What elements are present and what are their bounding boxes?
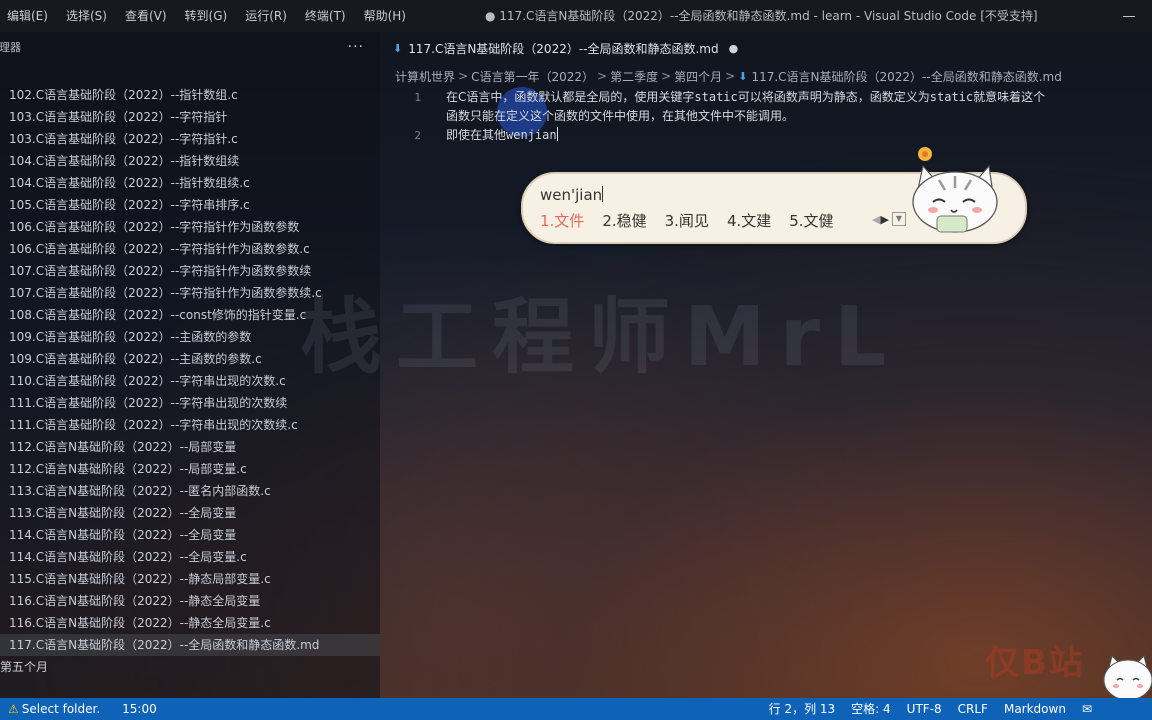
- status-left: ⚠ Select folder. 15:00: [0, 698, 165, 720]
- folder-item[interactable]: 第五个月: [0, 656, 48, 678]
- file-item[interactable]: 104.C语言基础阶段（2022）--指针数组续: [0, 150, 380, 172]
- file-item[interactable]: 113.C语言N基础阶段（2022）--全局变量: [0, 502, 380, 524]
- file-item[interactable]: 117.C语言N基础阶段（2022）--全局函数和静态函数.md: [0, 634, 380, 656]
- text-segment: 在C语言中，函数默认都是全局的，使用关键字: [446, 90, 695, 104]
- line-number: 1: [414, 91, 421, 104]
- file-item[interactable]: 104.C语言基础阶段（2022）--指针数组续.c: [0, 172, 380, 194]
- line-text: 在C语言中，函数默认都是全局的，使用关键字static可以将函数声明为静态，函数…: [446, 88, 1045, 107]
- file-item[interactable]: 114.C语言N基础阶段（2022）--全局变量: [0, 524, 380, 546]
- status-cursor-position[interactable]: 行 2，列 13: [761, 698, 844, 720]
- status-bar: ⚠ Select folder. 15:00 行 2，列 13 空格: 4 UTF…: [0, 698, 1152, 720]
- chevron-right-icon: >: [725, 69, 736, 83]
- status-time[interactable]: 15:00: [114, 698, 165, 720]
- cat-mascot-icon: [912, 147, 998, 233]
- status-encoding[interactable]: UTF-8: [899, 698, 950, 720]
- status-eol[interactable]: CRLF: [950, 698, 996, 720]
- chevron-right-icon: >: [597, 69, 608, 83]
- keyword-text: static: [694, 90, 738, 104]
- status-indentation[interactable]: 空格: 4: [843, 698, 899, 720]
- ime-candidate-list: 1.文件 2.稳健 3.闻见 4.文建 5.文健: [540, 210, 852, 231]
- line-number: 2: [414, 129, 421, 142]
- file-item[interactable]: 116.C语言N基础阶段（2022）--静态全局变量: [0, 590, 380, 612]
- menu-edit[interactable]: 编辑(E): [0, 0, 57, 32]
- breadcrumb-item[interactable]: 第四个月: [674, 68, 722, 85]
- unsaved-dot-icon[interactable]: ●: [729, 42, 739, 55]
- brand-watermark: 仅B站: [985, 643, 1085, 683]
- text-segment: 就意味着这个: [973, 90, 1046, 104]
- file-item[interactable]: 113.C语言N基础阶段（2022）--匿名内部函数.c: [0, 480, 380, 502]
- editor-text-area[interactable]: 1 在C语言中，函数默认都是全局的，使用关键字static可以将函数声明为静态，…: [395, 88, 1152, 145]
- menu-help[interactable]: 帮助(H): [355, 0, 415, 32]
- menu-view[interactable]: 查看(V): [116, 0, 176, 32]
- menu-go[interactable]: 转到(G): [176, 0, 237, 32]
- breadcrumb-item[interactable]: 计算机世界: [395, 68, 455, 85]
- breadcrumb-item[interactable]: 第二季度: [610, 68, 658, 85]
- menu-bar: 编辑(E) 选择(S) 查看(V) 转到(G) 运行(R) 终端(T) 帮助(H…: [0, 0, 415, 32]
- menu-terminal[interactable]: 终端(T): [296, 0, 355, 32]
- code-line: 1 在C语言中，函数默认都是全局的，使用关键字static可以将函数声明为静态，…: [395, 88, 1152, 107]
- status-warning-text: Select folder.: [21, 702, 101, 716]
- cat-mascot-icon: [1103, 655, 1152, 701]
- file-item[interactable]: 114.C语言N基础阶段（2022）--全局变量.c: [0, 546, 380, 568]
- minimize-icon[interactable]: —: [1106, 0, 1152, 32]
- keyword-text: static: [929, 90, 974, 104]
- ime-candidate[interactable]: 5.文健: [789, 210, 833, 231]
- file-item[interactable]: 106.C语言基础阶段（2022）--字符指针作为函数参数: [0, 216, 380, 238]
- ime-next-icon[interactable]: ▶: [880, 213, 888, 226]
- title-bar: 编辑(E) 选择(S) 查看(V) 转到(G) 运行(R) 终端(T) 帮助(H…: [0, 0, 1152, 32]
- breadcrumb: 计算机世界 > C语言第一年（2022） > 第二季度 > 第四个月 > ⬇ 1…: [395, 67, 1062, 85]
- file-item[interactable]: 112.C语言N基础阶段（2022）--局部变量: [0, 436, 380, 458]
- tab-label: 117.C语言N基础阶段（2022）--全局函数和静态函数.md: [408, 41, 719, 56]
- file-item[interactable]: 103.C语言基础阶段（2022）--字符指针.c: [0, 128, 380, 150]
- line-text: 即使在其他wenjian: [446, 126, 558, 145]
- status-right: 行 2，列 13 空格: 4 UTF-8 CRLF Markdown ✉: [761, 698, 1152, 720]
- code-line: 2 即使在其他wenjian: [395, 126, 1152, 145]
- ime-input: wen'jian: [540, 186, 604, 204]
- menu-run[interactable]: 运行(R): [236, 0, 296, 32]
- ime-candidate[interactable]: 3.闻见: [665, 210, 709, 231]
- ime-candidate[interactable]: 4.文建: [727, 210, 771, 231]
- chevron-right-icon: >: [458, 69, 469, 83]
- more-actions-icon[interactable]: ···: [348, 39, 364, 55]
- explorer-title: 理器: [0, 41, 21, 54]
- file-item[interactable]: 116.C语言N基础阶段（2022）--静态全局变量.c: [0, 612, 380, 634]
- ime-candidate[interactable]: 1.文件: [540, 210, 584, 231]
- breadcrumb-item[interactable]: 117.C语言N基础阶段（2022）--全局函数和静态函数.md: [751, 68, 1061, 85]
- markdown-file-icon: ⬇: [393, 41, 403, 55]
- editor-tab[interactable]: ⬇ 117.C语言N基础阶段（2022）--全局函数和静态函数.md ●: [385, 36, 738, 60]
- ime-input-text: wen'jian: [540, 186, 603, 204]
- file-item[interactable]: 105.C语言基础阶段（2022）--字符串排序.c: [0, 194, 380, 216]
- file-item[interactable]: 106.C语言基础阶段（2022）--字符指针作为函数参数.c: [0, 238, 380, 260]
- text-segment: 可以将函数声明为静态，函数定义为: [737, 90, 930, 104]
- code-line-wrap: 函数只能在定义这个函数的文件中使用，在其他文件中不能调用。: [395, 107, 1152, 126]
- file-item[interactable]: 111.C语言基础阶段（2022）--字符串出现的次数续: [0, 392, 380, 414]
- warning-icon: ⚠: [8, 702, 19, 716]
- status-language[interactable]: Markdown: [996, 698, 1074, 720]
- chevron-right-icon: >: [661, 69, 672, 83]
- file-item[interactable]: 111.C语言基础阶段（2022）--字符串出现的次数续.c: [0, 414, 380, 436]
- text-caret: [556, 127, 558, 141]
- ime-caret: [602, 186, 604, 202]
- file-item[interactable]: 115.C语言N基础阶段（2022）--静态局部变量.c: [0, 568, 380, 590]
- text-segment: 即使在其他: [446, 128, 507, 142]
- explorer-header: 理器 ···: [0, 32, 380, 62]
- line-text: 函数只能在定义这个函数的文件中使用，在其他文件中不能调用。: [446, 109, 795, 123]
- notifications-icon[interactable]: ✉: [1074, 698, 1152, 720]
- markdown-file-icon: ⬇: [738, 69, 748, 83]
- composition-text: wenjian: [506, 128, 557, 142]
- ime-candidate-window: wen'jian 1.文件 2.稳健 3.闻见 4.文建 5.文健 ◀ ▶ ▼: [521, 147, 1027, 244]
- watermark-text: 栈工程师MrL: [300, 290, 901, 385]
- ime-candidate[interactable]: 2.稳健: [602, 210, 646, 231]
- file-item[interactable]: 103.C语言基础阶段（2022）--字符指针: [0, 106, 380, 128]
- breadcrumb-item[interactable]: C语言第一年（2022）: [471, 68, 594, 85]
- window-title: ● 117.C语言N基础阶段（2022）--全局函数和静态函数.md - lea…: [485, 9, 1038, 23]
- file-item[interactable]: 112.C语言N基础阶段（2022）--局部变量.c: [0, 458, 380, 480]
- file-item[interactable]: 102.C语言基础阶段（2022）--指针数组.c: [0, 84, 380, 106]
- menu-selection[interactable]: 选择(S): [57, 0, 116, 32]
- status-warning[interactable]: ⚠ Select folder.: [0, 698, 108, 720]
- ime-prev-icon[interactable]: ◀: [872, 213, 880, 226]
- window-controls: —: [1106, 0, 1152, 32]
